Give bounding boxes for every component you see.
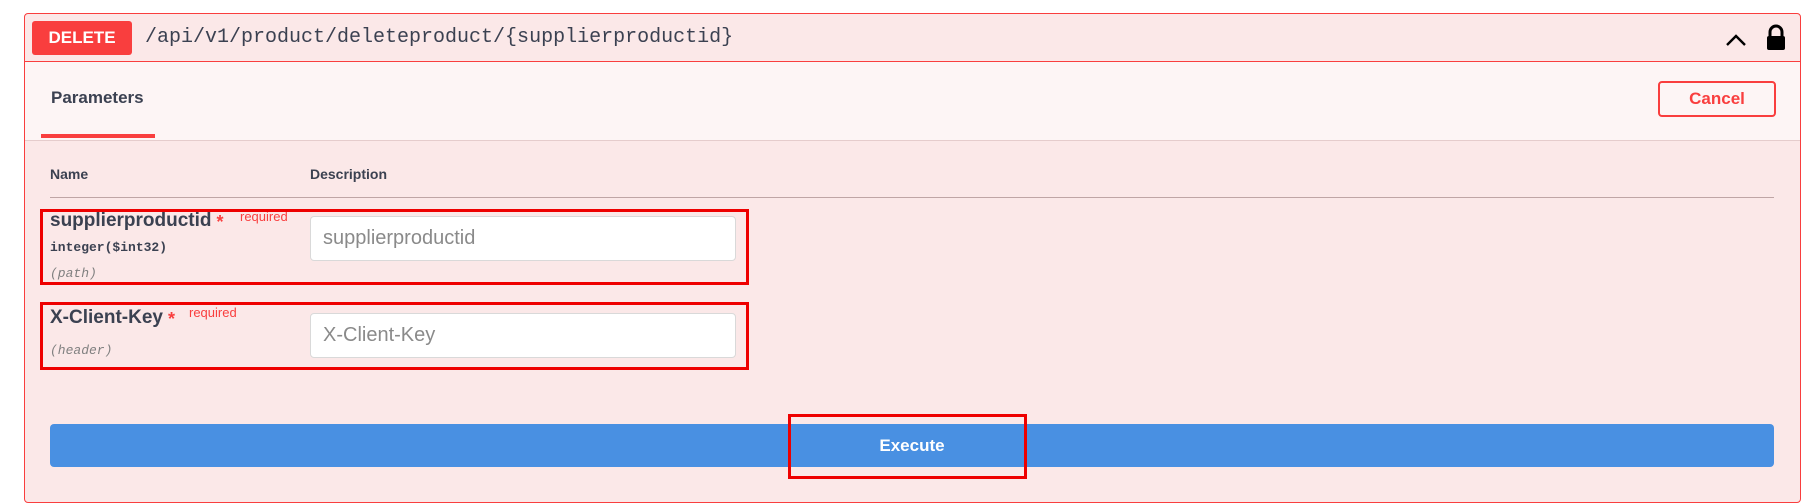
highlight-box <box>40 302 749 370</box>
chevron-up-icon[interactable] <box>1724 28 1748 52</box>
highlight-box <box>788 414 1027 479</box>
endpoint-path: /api/v1/product/deleteproduct/{supplierp… <box>145 26 734 49</box>
section-header: Parameters Cancel <box>25 62 1800 141</box>
method-badge: DELETE <box>32 21 132 55</box>
highlight-box <box>40 209 749 285</box>
tab-parameters[interactable]: Parameters <box>41 62 155 138</box>
cancel-button[interactable]: Cancel <box>1658 81 1776 117</box>
operation-summary[interactable]: DELETE /api/v1/product/deleteproduct/{su… <box>25 14 1800 62</box>
column-header-description: Description <box>310 166 388 182</box>
table-header-divider <box>50 197 1774 198</box>
lock-icon[interactable] <box>1764 24 1788 52</box>
column-header-name: Name <box>50 166 89 182</box>
